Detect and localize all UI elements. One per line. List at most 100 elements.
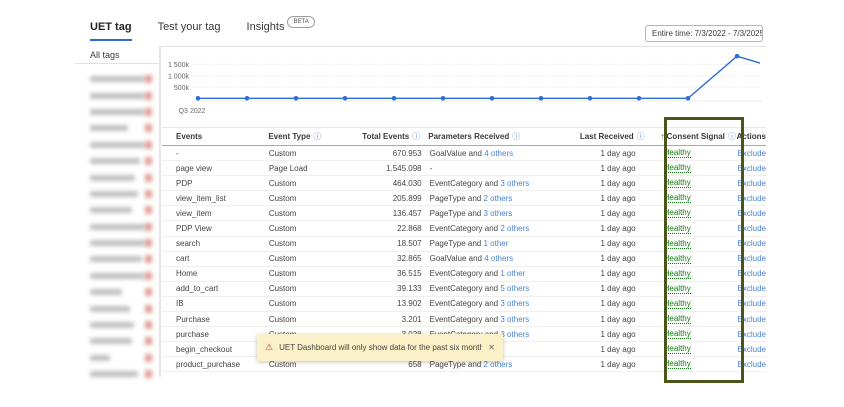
column-header-actions-label: Actions [737, 132, 766, 141]
blurred-tag-label [90, 273, 145, 279]
parameters-others-link[interactable]: 2 others [483, 360, 512, 369]
table-row[interactable]: Home Custom 36.515 EventCategory and 1 o… [162, 267, 766, 282]
table-row[interactable]: - Custom 670.953 GoalValue and 4 others … [162, 146, 766, 161]
toast-close-icon[interactable]: ✕ [482, 343, 495, 352]
info-icon[interactable] [637, 131, 645, 142]
tab-insights[interactable]: InsightsBETA [247, 21, 312, 41]
column-header-actions[interactable]: Actions [724, 132, 766, 141]
event-name-cell: Home [162, 269, 269, 278]
column-header-consent-signal[interactable]: ↑Consent Signal [647, 131, 724, 142]
table-row[interactable]: view_item Custom 136.457 PageType and 3 … [162, 206, 766, 221]
consent-signal-status[interactable]: Healthy [664, 359, 691, 369]
parameters-others-link[interactable]: 4 others [484, 254, 513, 263]
info-icon[interactable] [313, 131, 321, 142]
action-link[interactable]: Exclude [738, 209, 766, 218]
action-link[interactable]: Exclude [738, 284, 766, 293]
action-link[interactable]: Exclude [738, 194, 766, 203]
sidebar-tag-item[interactable] [75, 137, 159, 153]
sidebar-tag-item[interactable] [75, 300, 159, 316]
column-header-total-events[interactable]: Total Events [355, 131, 420, 142]
sidebar-tag-item[interactable] [75, 235, 159, 251]
sidebar-tag-item[interactable] [75, 268, 159, 284]
table-row[interactable]: PDP View Custom 22.868 EventCategory and… [162, 221, 766, 236]
column-header-event-type[interactable]: Event Type [268, 131, 355, 142]
sidebar-tag-item[interactable] [75, 87, 159, 103]
action-link[interactable]: Exclude [738, 299, 766, 308]
table-row[interactable]: IB Custom 13.902 EventCategory and 3 oth… [162, 297, 766, 312]
parameters-others-link[interactable]: 2 others [500, 224, 529, 233]
parameters-received-cell: EventCategory and 3 others [422, 299, 574, 308]
action-link[interactable]: Exclude [738, 269, 766, 278]
table-row[interactable]: add_to_cart Custom 39.133 EventCategory … [162, 282, 766, 297]
sidebar-tag-item[interactable] [75, 219, 159, 235]
parameters-others-link[interactable]: 3 others [500, 315, 529, 324]
action-link[interactable]: Exclude [738, 345, 766, 354]
sidebar-tag-item[interactable] [75, 202, 159, 218]
tag-alert-icon [145, 288, 152, 296]
table-row[interactable]: cart Custom 32.865 GoalValue and 4 other… [162, 252, 766, 267]
parameters-others-link[interactable]: 3 others [500, 330, 529, 339]
consent-signal-status[interactable]: Healthy [664, 344, 691, 354]
consent-signal-status[interactable]: Healthy [664, 284, 691, 294]
table-row[interactable]: view_item_list Custom 205.899 PageType a… [162, 191, 766, 206]
date-range-picker[interactable]: Entire time: 7/3/2022 - 7/3/2025 [645, 25, 763, 42]
tab-test-your-tag[interactable]: Test your tag [158, 21, 221, 39]
consent-signal-status[interactable]: Healthy [664, 314, 691, 324]
sidebar-tag-item[interactable] [75, 186, 159, 202]
sidebar-tag-item[interactable] [75, 251, 159, 267]
consent-signal-status[interactable]: Healthy [664, 254, 691, 264]
sidebar-tag-item[interactable] [75, 350, 159, 366]
sidebar-tag-item[interactable] [75, 366, 159, 382]
consent-signal-status[interactable]: Healthy [664, 224, 691, 234]
action-link[interactable]: Exclude [738, 360, 766, 369]
parameters-others-link[interactable]: 5 others [500, 284, 529, 293]
sidebar-tag-item[interactable] [75, 120, 159, 136]
sidebar-tag-item[interactable] [75, 153, 159, 169]
parameters-others-link[interactable]: 1 other [500, 269, 525, 278]
table-row[interactable]: page view Page Load 1.545.098 - 1 day ag… [162, 161, 766, 176]
sidebar-item-all-tags[interactable]: All tags [75, 46, 159, 64]
column-header-last-received[interactable]: Last Received [572, 131, 647, 142]
sidebar-tag-item[interactable] [75, 333, 159, 349]
consent-signal-status[interactable]: Healthy [664, 208, 691, 218]
action-link[interactable]: Exclude [738, 330, 766, 339]
consent-signal-status[interactable]: Healthy [664, 269, 691, 279]
column-header-parameters-received[interactable]: Parameters Received [420, 131, 571, 142]
sidebar-tag-item[interactable] [75, 71, 159, 87]
consent-signal-status[interactable]: Healthy [664, 163, 691, 173]
table-row[interactable]: Purchase Custom 3.201 EventCategory and … [162, 312, 766, 327]
info-icon[interactable] [412, 131, 420, 142]
consent-signal-status[interactable]: Healthy [664, 239, 691, 249]
event-name-cell: PDP [162, 179, 269, 188]
consent-signal-status[interactable]: Healthy [664, 329, 691, 339]
parameters-others-link[interactable]: 2 others [483, 194, 512, 203]
total-events-cell: 22.868 [356, 224, 422, 233]
table-row[interactable]: PDP Custom 464.030 EventCategory and 3 o… [162, 176, 766, 191]
sidebar-tag-item[interactable] [75, 284, 159, 300]
tab-uet-tag[interactable]: UET tag [90, 21, 132, 41]
column-header-events[interactable]: Events [162, 132, 268, 141]
info-icon[interactable] [512, 131, 520, 142]
action-link[interactable]: Exclude [738, 149, 766, 158]
action-link[interactable]: Exclude [738, 254, 766, 263]
sidebar-tag-item[interactable] [75, 317, 159, 333]
action-link[interactable]: Exclude [738, 179, 766, 188]
parameters-others-link[interactable]: 1 other [483, 239, 508, 248]
sidebar-tag-item[interactable] [75, 169, 159, 185]
consent-signal-status[interactable]: Healthy [664, 299, 691, 309]
consent-signal-status[interactable]: Healthy [664, 178, 691, 188]
action-link[interactable]: Exclude [738, 239, 766, 248]
action-link[interactable]: Exclude [738, 224, 766, 233]
action-link[interactable]: Exclude [738, 164, 766, 173]
parameters-others-link[interactable]: 3 others [500, 179, 529, 188]
consent-signal-status[interactable]: Healthy [664, 148, 691, 158]
column-header-parameters-received-label: Parameters Received [428, 132, 509, 141]
parameters-others-link[interactable]: 3 others [483, 209, 512, 218]
parameters-others-link[interactable]: 3 others [500, 299, 529, 308]
event-type-cell: Page Load [269, 164, 356, 173]
parameters-others-link[interactable]: 4 others [484, 149, 513, 158]
action-link[interactable]: Exclude [738, 315, 766, 324]
consent-signal-status[interactable]: Healthy [664, 193, 691, 203]
sidebar-tag-item[interactable] [75, 104, 159, 120]
table-row[interactable]: search Custom 18.507 PageType and 1 othe… [162, 237, 766, 252]
